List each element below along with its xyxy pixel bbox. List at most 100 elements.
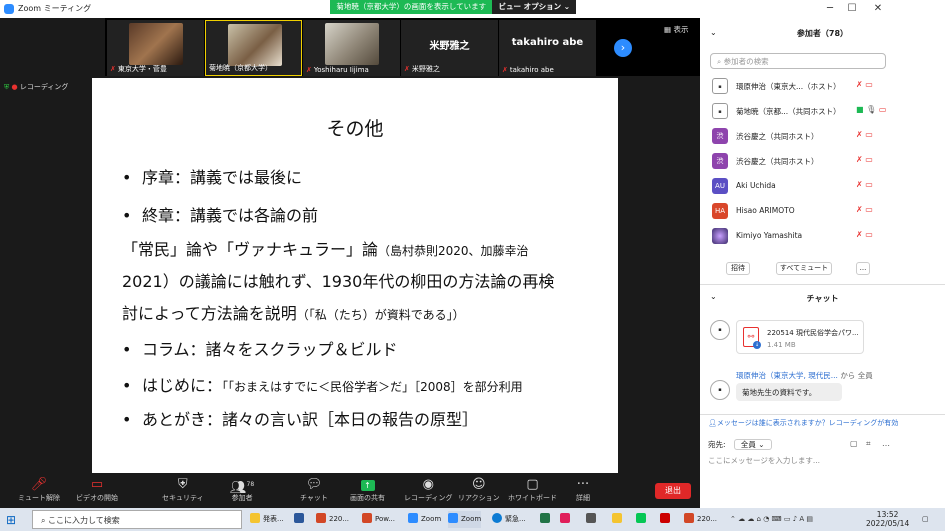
screenshot-icon[interactable]: ⌗: [866, 439, 871, 449]
person-icon: 👤︎: [708, 419, 717, 427]
folder-icon: [612, 513, 622, 523]
zoom-app-icon: [4, 4, 14, 14]
ellipsis-icon[interactable]: …: [882, 439, 890, 448]
thumbnail-name: takahiro abe: [509, 66, 554, 74]
next-page-button[interactable]: ›: [614, 39, 632, 57]
taskbar-app-powerpoint[interactable]: Pow...: [362, 511, 395, 528]
mute-all-button[interactable]: すべてミュート: [776, 262, 832, 275]
view-label: 表示: [673, 25, 689, 34]
chat-panel-title: チャット: [806, 294, 839, 303]
participant-search-input[interactable]: ⌕ 参加者の検索: [710, 53, 886, 69]
muted-mic-icon: ✗ ▭: [856, 205, 873, 214]
zoom-icon: [408, 513, 418, 523]
muted-mic-icon: ✗ ▭: [856, 130, 873, 139]
taskbar-search-input[interactable]: ⌕ ここに入力して検索: [32, 510, 242, 529]
participants-button[interactable]: 👥︎78 参加者: [230, 477, 254, 503]
muted-mic-icon: ✗ ▭: [856, 230, 873, 239]
video-thumbnail[interactable]: ✗ 東京大学・菅豊: [107, 20, 204, 76]
record-button[interactable]: ◉ レコーディング: [404, 477, 453, 503]
record-dot-icon: ●: [11, 83, 18, 91]
avatar: HA: [712, 203, 728, 219]
participant-row[interactable]: 渋渋谷慶之（共同ホスト） ✗ ▭: [712, 151, 887, 171]
muted-mic-icon: ✗: [502, 66, 508, 74]
taskbar-app-acrobat[interactable]: [660, 511, 673, 528]
thumbnail-name: 米野雅之: [411, 65, 440, 73]
participant-video: [325, 23, 379, 65]
file-icon[interactable]: ▢: [850, 439, 858, 448]
taskbar-app-slack[interactable]: [560, 511, 573, 528]
video-thumbnail-active-speaker[interactable]: 菊地暁（京都大学）: [205, 20, 302, 76]
download-icon[interactable]: ↓: [753, 341, 761, 349]
chat-bubble-icon: 💬︎: [305, 477, 323, 492]
video-thumbnail[interactable]: takahiro abe ✗ takahiro abe: [499, 20, 596, 76]
participant-row[interactable]: Kimiyo Yamashita ✗ ▭: [712, 226, 887, 246]
muted-mic-icon: ✗ ▭: [856, 180, 873, 189]
view-button[interactable]: ▦ 表示: [664, 24, 688, 35]
taskbar-app-line[interactable]: [636, 511, 649, 528]
reactions-button[interactable]: ☺ リアクション: [458, 477, 500, 503]
taskbar-app-explorer[interactable]: [612, 511, 625, 528]
shield-icon: ⛨: [4, 83, 10, 91]
taskbar-app-explorer[interactable]: 発表...: [250, 511, 284, 528]
avatar: ▪: [712, 78, 728, 94]
minimize-button[interactable]: ─: [820, 1, 840, 17]
thumbnail-name: 東京大学・菅豊: [117, 65, 167, 73]
video-off-icon: ▭: [90, 477, 104, 492]
slide-title: その他: [326, 118, 384, 140]
chat-message-input[interactable]: ここにメッセージを入力します...: [708, 455, 820, 466]
chat-visibility-notice[interactable]: 👤︎メッセージは誰に表示されますか？レコーディングが有効: [708, 418, 898, 428]
avatar: ▪: [710, 320, 730, 340]
share-screen-button[interactable]: ↑ 画面の共有: [350, 477, 385, 503]
taskbar-app-calculator[interactable]: [586, 511, 599, 528]
chat-file-card[interactable]: ⚯ ↓ 220514 現代民俗学会パワ... 1.41 MB: [736, 320, 864, 354]
thumbnail-name: Yoshiharu Iijima: [313, 66, 369, 74]
unmute-button[interactable]: 🎤︎ ミュート解除: [18, 477, 60, 503]
collapse-chevron-icon[interactable]: ⌄: [710, 28, 717, 37]
video-thumbnail[interactable]: 米野雅之 ✗ 米野雅之: [401, 20, 498, 76]
edge-icon: [492, 513, 502, 523]
windows-start-icon[interactable]: ⊞: [6, 513, 16, 527]
avatar: 渋: [712, 153, 728, 169]
chat-button[interactable]: 💬︎ チャット: [300, 477, 328, 503]
taskbar-app-edge[interactable]: 緊急...: [492, 511, 526, 528]
meeting-toolbar: 🎤︎ ミュート解除 ▭ ビデオの開始 ⛨ セキュリティ 👥︎78 参加者 💬︎ チャット …: [0, 473, 700, 508]
record-icon: ◉: [422, 477, 434, 492]
more-options-button[interactable]: ...: [856, 262, 870, 275]
notification-icon[interactable]: ▢: [922, 511, 929, 528]
maximize-button[interactable]: ☐: [842, 1, 862, 17]
taskbar-app-powerpoint[interactable]: 220...: [316, 511, 349, 528]
leave-button[interactable]: 退出: [655, 483, 691, 499]
share-banner-message: 菊地暁（京都大学）の画面を表示しています: [336, 2, 487, 11]
participants-panel-title: 参加者（78）: [796, 29, 849, 38]
start-video-button[interactable]: ▭ ビデオの開始: [76, 477, 118, 503]
taskbar-app-zoom[interactable]: Zoom: [408, 511, 441, 528]
muted-mic-icon: ✗ ▭: [856, 155, 873, 164]
people-icon: 👥︎78: [230, 480, 255, 496]
taskbar-clock[interactable]: 13:52 2022/05/14: [866, 510, 909, 528]
muted-mic-icon: 🎤︎: [30, 477, 48, 492]
chat-recipient-row: 宛先: 全員 ⌄: [708, 439, 772, 450]
muted-mic-icon: ✗: [404, 65, 410, 73]
powerpoint-icon: [316, 513, 326, 523]
participant-row[interactable]: ▪ 菊地暁（京都...（共同ホスト） ■ 🎙︎ ▭: [712, 101, 887, 121]
thumbnail-big-name: 米野雅之: [429, 41, 470, 52]
participant-row[interactable]: 渋渋谷慶之（共同ホスト） ✗ ▭: [712, 126, 887, 146]
participant-row[interactable]: HA Hisao ARIMOTO ✗ ▭: [712, 201, 887, 221]
participant-row[interactable]: AU Aki Uchida ✗ ▭: [712, 176, 887, 196]
whiteboard-button[interactable]: ▢ ホワイトボード: [508, 477, 557, 503]
taskbar-app-powerpoint[interactable]: 220...: [684, 511, 717, 528]
more-button[interactable]: ··· 詳細: [576, 477, 590, 503]
system-tray-icons[interactable]: ⌃ ☁ ☁ ⌂ ◔ ⌨ ▭ ♪ A ▤: [730, 511, 813, 528]
taskbar-app-excel[interactable]: [540, 511, 553, 528]
view-options-button[interactable]: ビュー オプション ⌄: [492, 0, 576, 14]
participant-row[interactable]: ▪ 環原伸治（東京大...（ホスト） ✗ ▭: [712, 76, 887, 96]
taskbar-app-word[interactable]: [294, 511, 307, 528]
participant-video: [129, 23, 183, 65]
close-button[interactable]: ✕: [868, 1, 888, 17]
invite-button[interactable]: 招待: [726, 262, 750, 275]
recipient-dropdown[interactable]: 全員 ⌄: [733, 439, 772, 450]
video-thumbnail[interactable]: ✗ Yoshiharu Iijima: [303, 20, 400, 76]
taskbar-app-zoom[interactable]: Zoom: [448, 511, 482, 528]
security-button[interactable]: ⛨ セキュリティ: [162, 477, 204, 503]
slide-paragraph-line: 「常民」論や「ヴァナキュラー」論（島村恭則2020、加藤幸治: [122, 240, 529, 259]
